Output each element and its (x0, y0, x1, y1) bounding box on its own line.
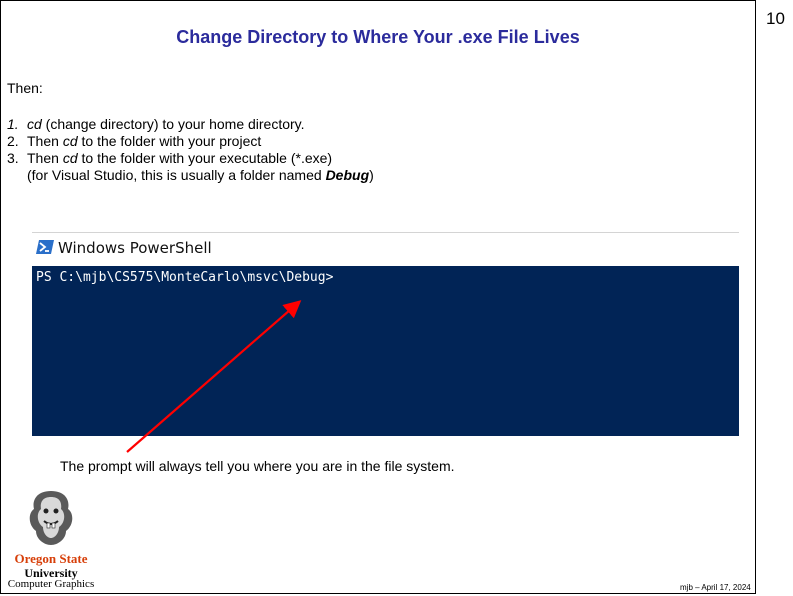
footer-date: mjb – April 17, 2024 (680, 583, 751, 592)
list-item-continuation: (for Visual Studio, this is usually a fo… (7, 167, 374, 184)
slide-number: 10 (766, 9, 785, 28)
debug-folder-name: Debug (325, 167, 370, 183)
step-text-post: ) (369, 167, 374, 183)
list-item: 1. cd (change directory) to your home dir… (7, 116, 374, 133)
step-text-post: to the folder with your executable (*.ex… (77, 150, 333, 166)
step-text-pre: Then (27, 133, 63, 149)
slide-title: Change Directory to Where Your .exe File… (176, 27, 580, 47)
logo-oregon-state: Oregon State (14, 551, 88, 566)
powershell-titlebar[interactable]: Windows PowerShell (32, 232, 739, 266)
step-text-post: (change directory) to your home director… (41, 116, 305, 132)
intro-text: Then: (7, 80, 43, 96)
step-text-post: to the folder with your project (77, 133, 262, 149)
powershell-prompt: PS C:\mjb\CS575\MonteCarlo\msvc\Debug> (36, 270, 334, 285)
step-text-pre: Then (27, 150, 63, 166)
step-command: cd (62, 133, 78, 149)
powershell-window-title: Windows PowerShell (58, 239, 212, 257)
step-command: cd (62, 150, 78, 166)
step-text-pre: (for Visual Studio, this is usually a fo… (27, 167, 326, 183)
osu-logo: Oregon State University Computer Graphic… (6, 487, 96, 592)
step-number: 2. (7, 133, 19, 149)
caption-text: The prompt will always tell you where yo… (60, 458, 455, 474)
step-number: 3. (7, 150, 19, 166)
list-item: 2. Then cd to the folder with your projec… (7, 133, 374, 150)
powershell-console[interactable]: PS C:\mjb\CS575\MonteCarlo\msvc\Debug> (32, 266, 739, 436)
powershell-icon (36, 240, 54, 254)
step-number: 1. (7, 116, 19, 132)
list-item: 3. Then cd to the folder with your execut… (7, 150, 374, 167)
steps-list: 1. cd (change directory) to your home dir… (7, 116, 374, 184)
step-command: cd (27, 116, 42, 132)
beaver-logo-icon (29, 491, 73, 545)
logo-computer-graphics: Computer Graphics (7, 578, 95, 590)
